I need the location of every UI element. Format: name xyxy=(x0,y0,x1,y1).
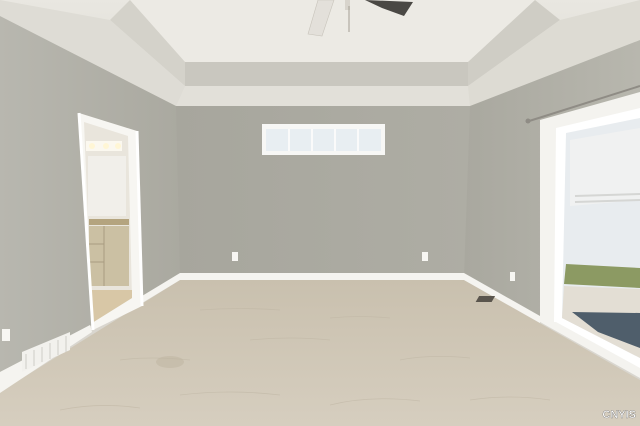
watermark: CNYIS xyxy=(602,409,636,421)
transom-window xyxy=(262,124,385,155)
room-photo: CNYIS xyxy=(0,0,640,426)
